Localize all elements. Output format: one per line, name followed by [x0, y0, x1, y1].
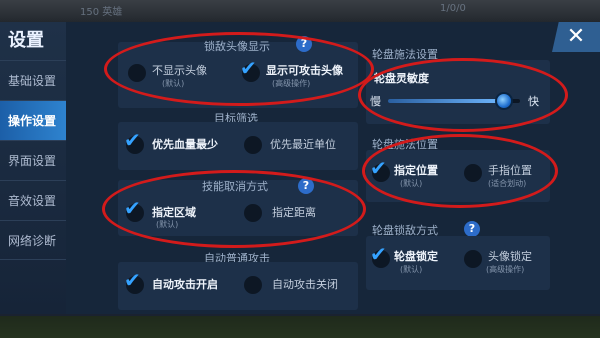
sidebar-item-audio[interactable]: 音效设置	[0, 180, 66, 220]
settings-dialog: 设置 基础设置 操作设置 界面设置 音效设置 网络诊断 锁敌头像显示 ? 不显示…	[0, 22, 600, 314]
radio-empty-icon	[128, 64, 146, 82]
sensitivity-label: 轮盘灵敏度	[374, 72, 429, 85]
option-hide-avatar[interactable]: 不显示头像 (默认)	[126, 60, 236, 100]
slider-fast-label: 快	[528, 95, 539, 108]
help-icon[interactable]: ?	[464, 221, 480, 237]
settings-title: 设置	[8, 30, 44, 51]
checkmark-icon: ✔	[124, 198, 144, 222]
checkmark-icon: ✔	[240, 58, 260, 82]
radio-empty-icon	[244, 276, 262, 294]
option-auto-attack-off[interactable]: 自动攻击关闭	[242, 274, 358, 298]
option-fixed-position[interactable]: ✔ 指定位置 (默认)	[370, 158, 458, 194]
sidebar-item-network[interactable]: 网络诊断	[0, 220, 66, 260]
close-button[interactable]: ✕	[552, 22, 600, 52]
skill-cancel-title: 技能取消方式	[202, 180, 268, 193]
option-lowest-hp[interactable]: ✔ 优先血量最少	[124, 130, 236, 158]
help-icon[interactable]: ?	[298, 178, 314, 194]
slider-slow-label: 慢	[370, 95, 381, 108]
help-icon[interactable]: ?	[296, 36, 312, 52]
option-auto-attack-on[interactable]: ✔ 自动攻击开启	[124, 270, 236, 298]
checkmark-icon: ✔	[124, 270, 144, 294]
hud-score-text: 1/0/0	[440, 3, 466, 14]
checkmark-icon: ✔	[124, 130, 144, 154]
option-target-distance[interactable]: 指定距离	[242, 202, 358, 226]
enemy-avatar-title: 锁敌头像显示	[204, 40, 270, 53]
option-finger-position[interactable]: 手指位置 (适合划动)	[464, 160, 550, 194]
radio-empty-icon	[244, 136, 262, 154]
checkmark-icon: ✔	[370, 158, 390, 182]
game-background-bottom	[0, 316, 600, 338]
option-nearest-unit[interactable]: 优先最近单位	[242, 134, 358, 158]
option-target-area[interactable]: ✔ 指定区域 (默认)	[124, 198, 236, 234]
sidebar-item-controls[interactable]: 操作设置	[0, 100, 66, 140]
slider-fill	[388, 99, 505, 103]
sidebar-item-basic[interactable]: 基础设置	[0, 60, 66, 100]
radio-empty-icon	[244, 204, 262, 222]
close-icon: ✕	[566, 24, 586, 49]
option-avatar-lock[interactable]: 头像锁定 (高级操作)	[464, 246, 550, 282]
radio-empty-icon	[464, 250, 482, 268]
option-show-avatar[interactable]: ✔ 显示可攻击头像 (高级操作)	[240, 58, 358, 100]
hud-hero-text: 150 英雄	[80, 7, 123, 18]
settings-sidebar: 设置 基础设置 操作设置 界面设置 音效设置 网络诊断	[0, 22, 66, 314]
settings-content: 锁敌头像显示 ? 不显示头像 (默认) ✔ 显示可攻击头像 (高级操作) 目标筛…	[66, 22, 600, 314]
radio-empty-icon	[464, 164, 482, 182]
sidebar-item-interface[interactable]: 界面设置	[0, 140, 66, 180]
checkmark-icon: ✔	[370, 244, 390, 268]
game-hud-bar: 150 英雄 1/0/0	[0, 0, 600, 22]
option-wheel-lock[interactable]: ✔ 轮盘锁定 (默认)	[370, 244, 458, 282]
